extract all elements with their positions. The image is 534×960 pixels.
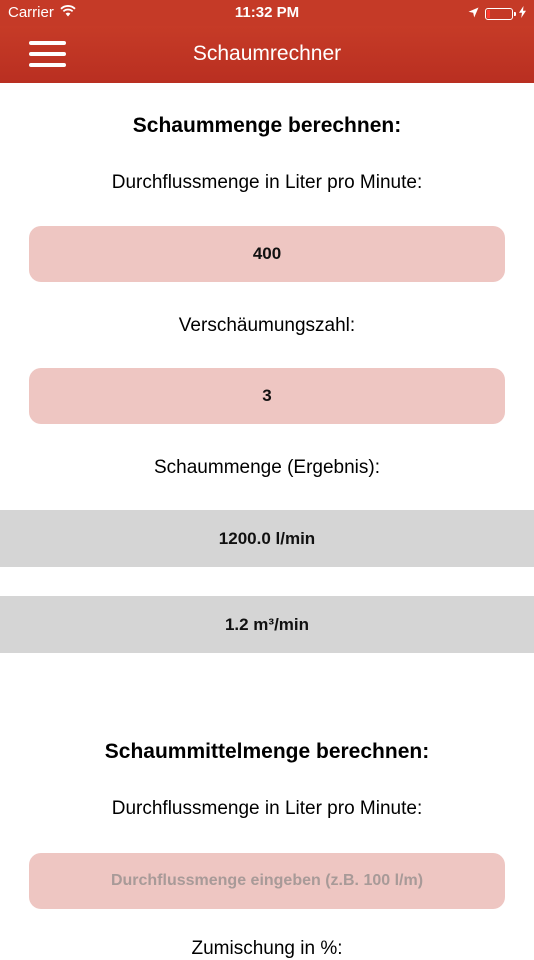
foam-section-heading: Schaummenge berechnen: bbox=[132, 114, 402, 137]
status-time: 11:32 PM bbox=[234, 4, 300, 21]
navigation-bar: Schaumrechner bbox=[0, 26, 534, 83]
foam-result-label: Schaummenge (Ergebnis): bbox=[154, 457, 380, 478]
foam-result-m3: 1.2 m³/min bbox=[0, 596, 534, 653]
battery-icon bbox=[485, 7, 516, 20]
status-right bbox=[468, 5, 526, 22]
page-title: Schaumrechner bbox=[192, 42, 342, 65]
agent-flow-rate-input[interactable]: Durchflussmenge eingeben (z.B. 100 l/m) bbox=[29, 853, 505, 909]
flow-rate-input[interactable]: 400 bbox=[29, 226, 505, 282]
agent-flow-rate-label: Durchflussmenge in Liter pro Minute: bbox=[111, 798, 423, 819]
expansion-ratio-input[interactable]: 3 bbox=[29, 368, 505, 424]
foam-result-lpm: 1200.0 l/min bbox=[0, 510, 534, 567]
location-arrow-icon bbox=[468, 5, 479, 22]
flow-rate-label: Durchflussmenge in Liter pro Minute: bbox=[111, 172, 423, 193]
expansion-ratio-label: Verschäumungszahl: bbox=[178, 315, 356, 336]
admixture-label: Zumischung in %: bbox=[191, 938, 343, 959]
agent-section-heading: Schaummittelmenge berechnen: bbox=[104, 740, 430, 763]
charging-bolt-icon bbox=[519, 5, 526, 22]
status-bar: Carrier 11:32 PM bbox=[0, 0, 534, 26]
